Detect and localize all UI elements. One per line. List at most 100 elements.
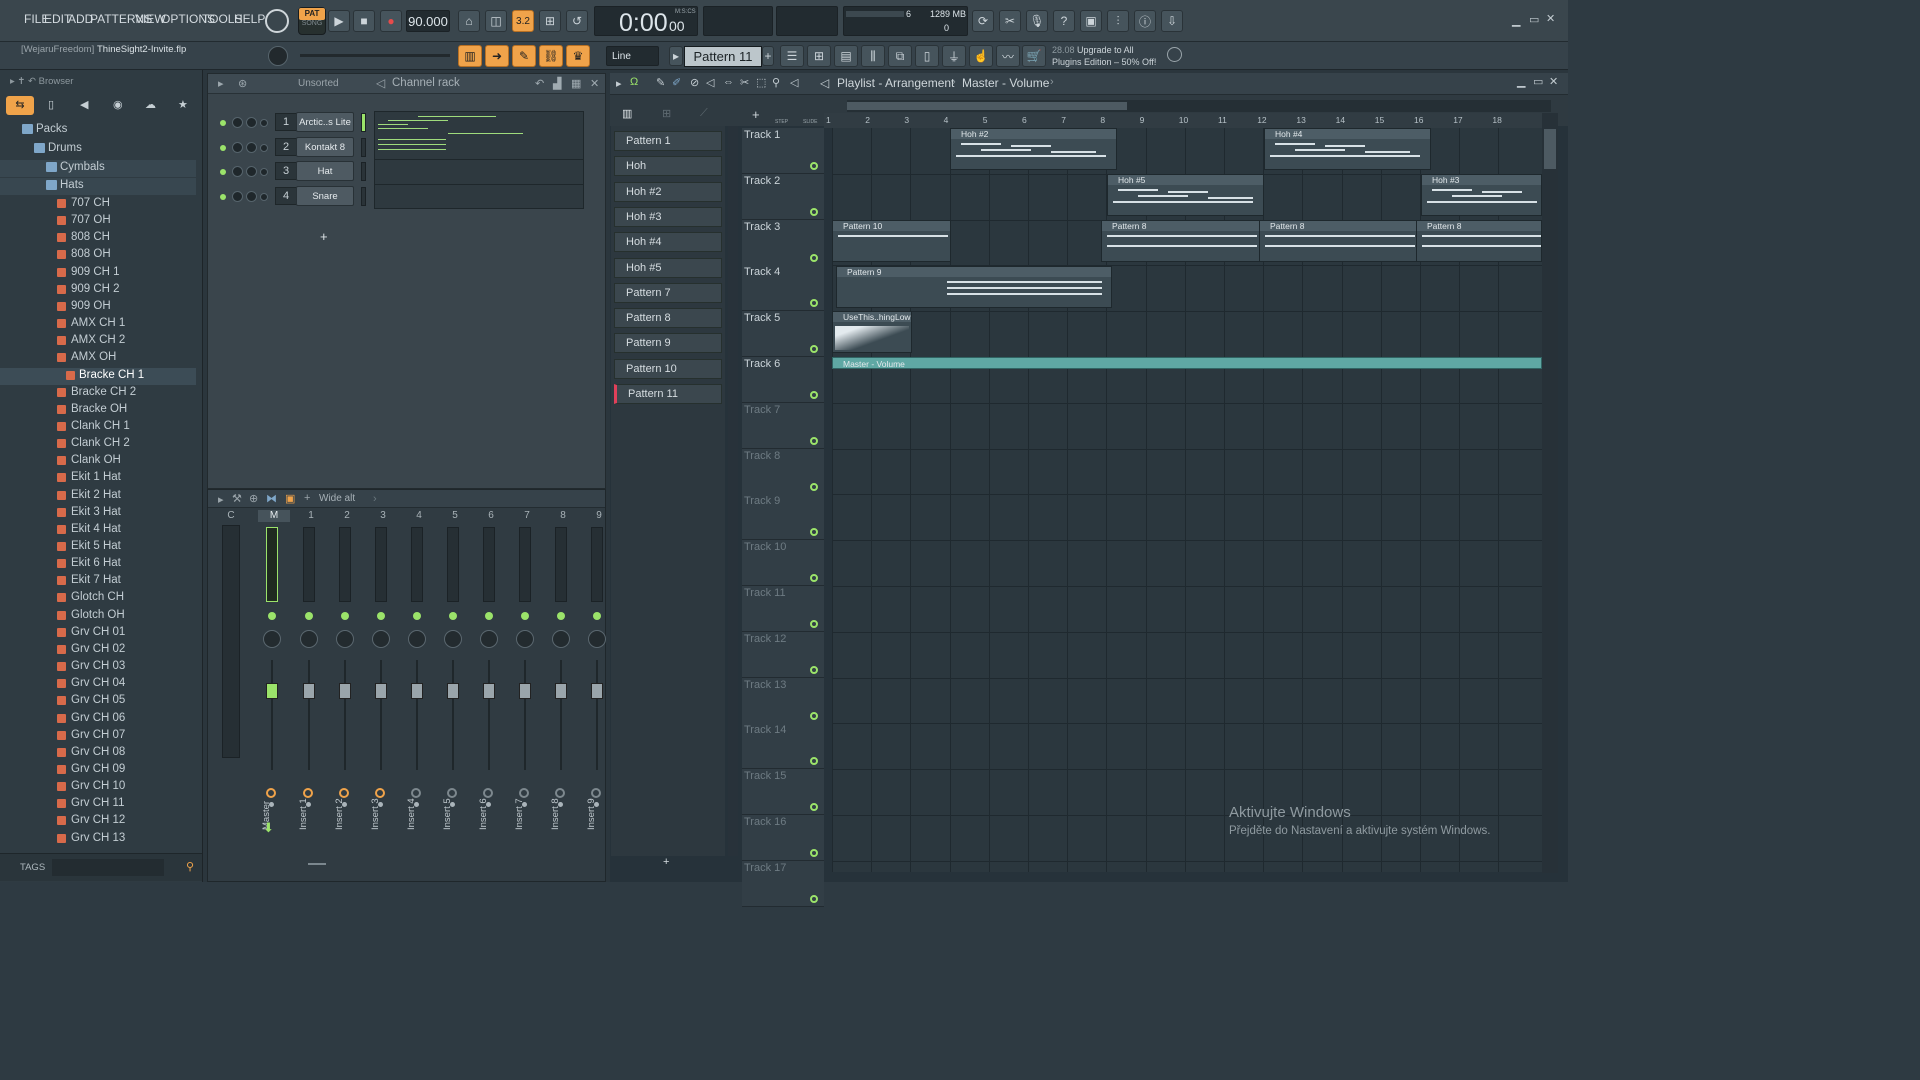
browser-file-item[interactable]: Ekit 1 Hat [0, 470, 196, 487]
pattern-prev-button[interactable]: ▸ [669, 46, 683, 66]
browser-file-item[interactable]: 707 OH [0, 213, 196, 230]
pattern-list-item[interactable]: Pattern 7 [614, 282, 722, 303]
browser-files-button[interactable]: ▯ [48, 98, 54, 111]
ruler-bar-number[interactable]: 2 [865, 115, 870, 125]
graph-icon[interactable]: ▟ [553, 77, 561, 90]
track-mute-led[interactable] [810, 620, 818, 628]
step-edit-button[interactable]: ⊞ [539, 10, 561, 32]
pencil-tool-icon[interactable]: ✎ [656, 76, 665, 89]
browser-file-item[interactable]: Grv CH 03 [0, 659, 196, 676]
master-route-arrow[interactable]: ⬇ [263, 820, 274, 836]
fx-enable-button[interactable] [483, 788, 493, 798]
volume-fader-track[interactable] [452, 660, 454, 770]
channel-mixer-track[interactable]: 4 [275, 186, 297, 205]
browser-file-item[interactable]: Ekit 4 Hat [0, 522, 196, 539]
piano-icon[interactable]: ▥ [622, 107, 632, 120]
browser-file-item[interactable]: Grv CH 10 [0, 779, 196, 796]
pan-knob[interactable] [588, 630, 606, 648]
channel-name-button[interactable]: Arctic..s Lite [296, 112, 354, 132]
playlist-menu[interactable]: ▸ [616, 77, 622, 90]
browser-speaker-button[interactable]: ◀ [80, 98, 88, 111]
volume-fader-track[interactable] [524, 660, 526, 770]
channel-mixer-knob[interactable] [260, 143, 268, 152]
playlist-button[interactable]: ☰ [780, 45, 804, 67]
mixer-add-icon[interactable]: ⊕ [249, 492, 258, 505]
tree-packs[interactable]: Packs [0, 122, 196, 139]
record-arm-dot[interactable] [450, 802, 455, 807]
playlist-clip[interactable]: Master - Volume [832, 357, 1542, 369]
playlist-clip[interactable]: Hoh #3 [1421, 174, 1542, 216]
browser-file-item[interactable]: Ekit 3 Hat [0, 505, 196, 522]
track-enable-led[interactable] [268, 612, 276, 620]
undo-history-button[interactable]: ⟳ [972, 10, 994, 32]
ruler-bar-number[interactable]: 7 [1061, 115, 1066, 125]
mute-tool-icon[interactable]: ◁ [706, 76, 714, 89]
mixer-track-number[interactable]: 6 [475, 510, 507, 522]
track-header[interactable]: Track 12 [742, 631, 824, 678]
track-header[interactable]: Track 5 [742, 311, 824, 358]
pan-knob[interactable] [552, 630, 570, 648]
countdown-button[interactable]: 3.2 [512, 10, 534, 32]
track-header[interactable]: Track 7 [742, 402, 824, 449]
channel-name-button[interactable]: Hat [296, 161, 354, 181]
track-mute-led[interactable] [810, 528, 818, 537]
playlist-breadcrumb-1[interactable]: Playlist - Arrangement [837, 76, 954, 90]
track-enable-led[interactable] [449, 612, 457, 620]
playlist-clip[interactable]: Hoh #2 [950, 128, 1117, 170]
channel-mixer-knob[interactable] [260, 119, 268, 127]
track-enable-led[interactable] [557, 612, 565, 620]
browser-file-item[interactable]: Grv CH 13 [0, 831, 196, 848]
mixer-plus-icon[interactable]: + [304, 492, 310, 504]
browser-file-item[interactable]: Ekit 6 Hat [0, 556, 196, 573]
record-arm-dot[interactable] [269, 802, 274, 807]
browser-file-item[interactable]: Clank CH 1 [0, 419, 196, 436]
playback-tool-icon[interactable]: ◁ [790, 76, 798, 89]
track-mute-led[interactable] [810, 574, 818, 583]
channel-mixer-track[interactable]: 1 [275, 113, 297, 131]
channel-row[interactable]: 3 Hat [220, 161, 580, 183]
volume-fader-handle[interactable] [591, 683, 603, 699]
volume-fader-track[interactable] [416, 660, 418, 770]
volume-fader-track[interactable] [344, 660, 346, 770]
channel-mixer-track[interactable]: 2 [275, 137, 297, 156]
volume-fader-handle[interactable] [411, 683, 423, 699]
cut-tool-button[interactable]: ✂ [999, 10, 1021, 32]
playlist-clip[interactable]: Pattern 8 [1259, 220, 1417, 262]
pan-knob[interactable] [480, 630, 498, 648]
menu-help[interactable]: HELP [234, 12, 265, 26]
browser-all-button[interactable]: ⇆ [6, 96, 34, 115]
tempo-display[interactable]: 90.000 [406, 10, 450, 32]
browser-file-item[interactable]: Grv CH 12 [0, 813, 196, 830]
close-button[interactable]: ✕ [1546, 12, 1555, 25]
undo-icon[interactable]: ↶ [535, 77, 544, 90]
stamp-button[interactable]: ♛ [566, 45, 590, 67]
channel-pan-knob[interactable] [232, 166, 243, 177]
pattern-selector[interactable]: Pattern 11 [684, 46, 762, 67]
pattern-list-item[interactable]: Hoh #5 [614, 257, 722, 278]
fx-enable-button[interactable] [447, 788, 457, 798]
browser-button[interactable]: ▯ [915, 45, 939, 67]
slip-tool-icon[interactable]: ⇔ [723, 76, 734, 88]
channel-row[interactable]: 1 Arctic..s Lite [220, 112, 580, 134]
playlist-clip[interactable]: Pattern 10 [832, 220, 951, 262]
track-header[interactable]: Track 9 [742, 494, 824, 541]
mixer-routing-icon[interactable]: ⧓ [266, 492, 277, 505]
help-button[interactable]: ? [1053, 10, 1075, 32]
browser-file-item[interactable]: Bracke CH 2 [0, 385, 196, 402]
browser-file-item[interactable]: Grv CH 06 [0, 711, 196, 728]
pat-song-switch[interactable]: PAT SONG [298, 7, 326, 35]
slice-tool-icon[interactable]: ✂ [740, 76, 749, 89]
ruler-bar-number[interactable]: 12 [1257, 115, 1266, 125]
track-header[interactable]: Track 3 [742, 219, 824, 266]
channel-mixer-knob[interactable] [260, 192, 268, 201]
playlist-clip[interactable]: Pattern 8 [1416, 220, 1542, 262]
slide-label[interactable]: SLIDE [803, 119, 817, 125]
pan-knob[interactable] [408, 630, 426, 648]
track-mute-led[interactable] [810, 162, 818, 170]
track-mute-led[interactable] [810, 207, 818, 216]
pan-knob[interactable] [263, 630, 281, 648]
piano-roll-button[interactable]: ⊞ [807, 45, 831, 67]
track-header[interactable]: Track 13 [742, 677, 824, 724]
track-enable-led[interactable] [305, 612, 313, 620]
volume-fader-handle[interactable] [375, 683, 387, 699]
